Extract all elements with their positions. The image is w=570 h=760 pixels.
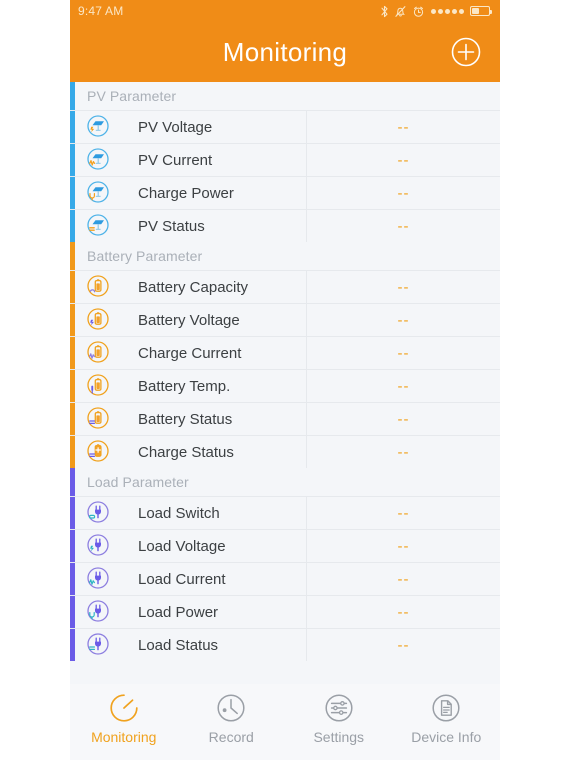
table-row[interactable]: PV Voltage -- bbox=[70, 110, 500, 143]
tab-settings[interactable]: Settings bbox=[285, 691, 393, 745]
table-row[interactable]: Charge Current -- bbox=[70, 336, 500, 369]
load-current-icon bbox=[70, 566, 118, 592]
row-value: -- bbox=[306, 563, 500, 595]
row-label: Load Status bbox=[138, 636, 219, 654]
row-label: PV Current bbox=[138, 151, 213, 169]
battery-charge-current-icon bbox=[70, 340, 118, 366]
bottom-tab-bar: Monitoring Record Settings Device Info bbox=[70, 684, 500, 760]
add-circle-icon bbox=[451, 37, 481, 67]
table-row[interactable]: Load Status -- bbox=[70, 628, 500, 661]
row-value: -- bbox=[306, 210, 500, 242]
row-value: -- bbox=[306, 144, 500, 176]
load-voltage-icon bbox=[70, 533, 118, 559]
add-device-button[interactable] bbox=[450, 36, 482, 68]
section-rows-battery: Battery Capacity -- Battery Voltage -- C… bbox=[70, 270, 500, 468]
tab-device-info[interactable]: Device Info bbox=[393, 691, 501, 745]
section-pv: PV Parameter PV Voltage -- PV Current --… bbox=[70, 82, 500, 242]
tab-label: Settings bbox=[313, 729, 365, 745]
row-label: Battery Status bbox=[138, 410, 233, 428]
row-value: -- bbox=[306, 271, 500, 303]
load-status-icon bbox=[70, 632, 118, 658]
row-label: Charge Status bbox=[138, 443, 234, 461]
status-bar: 9:47 AM bbox=[70, 0, 500, 22]
row-label: PV Voltage bbox=[138, 118, 213, 136]
row-value: -- bbox=[306, 629, 500, 661]
table-row[interactable]: Battery Temp. -- bbox=[70, 369, 500, 402]
row-label: Load Voltage bbox=[138, 537, 226, 555]
row-value: -- bbox=[306, 403, 500, 435]
tab-label: Monitoring bbox=[91, 729, 157, 745]
table-row[interactable]: Charge Power -- bbox=[70, 176, 500, 209]
row-label: Load Power bbox=[138, 603, 219, 621]
clock-icon bbox=[217, 694, 245, 722]
row-value: -- bbox=[306, 337, 500, 369]
row-label: Battery Voltage bbox=[138, 311, 240, 329]
load-switch-icon bbox=[70, 500, 118, 526]
table-row[interactable]: PV Current -- bbox=[70, 143, 500, 176]
row-label: Load Switch bbox=[138, 504, 220, 522]
table-row[interactable]: Battery Voltage -- bbox=[70, 303, 500, 336]
table-row[interactable]: Load Power -- bbox=[70, 595, 500, 628]
document-icon bbox=[432, 694, 460, 722]
section-header-pv: PV Parameter bbox=[70, 82, 500, 110]
parameter-list[interactable]: PV Parameter PV Voltage -- PV Current --… bbox=[70, 82, 500, 684]
page-title: Monitoring bbox=[222, 36, 348, 67]
section-header-battery: Battery Parameter bbox=[70, 242, 500, 270]
tab-label: Device Info bbox=[411, 729, 482, 745]
section-rows-pv: PV Voltage -- PV Current -- Charge Power… bbox=[70, 110, 500, 242]
table-row[interactable]: Charge Status -- bbox=[70, 435, 500, 468]
load-power-icon bbox=[70, 599, 118, 625]
row-label: Charge Power bbox=[138, 184, 234, 202]
table-row[interactable]: PV Status -- bbox=[70, 209, 500, 242]
gauge-icon bbox=[110, 694, 138, 722]
sliders-icon bbox=[325, 694, 353, 722]
row-value: -- bbox=[306, 596, 500, 628]
section-header-label: Battery Parameter bbox=[87, 248, 203, 264]
row-label: Battery Capacity bbox=[138, 278, 249, 296]
tab-monitoring[interactable]: Monitoring bbox=[70, 691, 178, 745]
table-row[interactable]: Load Switch -- bbox=[70, 496, 500, 529]
pv-charge-power-icon bbox=[70, 180, 118, 206]
status-bar-icons bbox=[380, 5, 492, 18]
table-row[interactable]: Battery Status -- bbox=[70, 402, 500, 435]
row-value: -- bbox=[306, 497, 500, 529]
battery-charge-status-icon bbox=[70, 439, 118, 465]
row-label: PV Status bbox=[138, 217, 205, 235]
app-header: Monitoring bbox=[70, 22, 500, 82]
section-load: Load Parameter Load Switch -- Load Volta… bbox=[70, 468, 500, 661]
status-bar-time: 9:47 AM bbox=[78, 4, 124, 18]
section-header-label: PV Parameter bbox=[87, 88, 177, 104]
battery-capacity-icon bbox=[70, 274, 118, 300]
alarm-clock-icon bbox=[413, 6, 424, 17]
pv-current-icon bbox=[70, 147, 118, 173]
row-value: -- bbox=[306, 370, 500, 402]
row-value: -- bbox=[306, 530, 500, 562]
section-header-load: Load Parameter bbox=[70, 468, 500, 496]
battery-temperature-icon bbox=[70, 373, 118, 399]
row-label: Battery Temp. bbox=[138, 377, 231, 395]
battery-status-icon bbox=[70, 406, 118, 432]
table-row[interactable]: Load Voltage -- bbox=[70, 529, 500, 562]
bell-muted-icon bbox=[395, 5, 406, 17]
row-value: -- bbox=[306, 177, 500, 209]
signal-dots-icon bbox=[431, 8, 464, 14]
table-row[interactable]: Battery Capacity -- bbox=[70, 270, 500, 303]
tab-label: Record bbox=[208, 729, 254, 745]
row-value: -- bbox=[306, 111, 500, 143]
row-value: -- bbox=[306, 304, 500, 336]
pv-status-icon bbox=[70, 213, 118, 239]
row-label: Charge Current bbox=[138, 344, 242, 362]
row-label: Load Current bbox=[138, 570, 226, 588]
bluetooth-icon bbox=[381, 5, 388, 17]
tab-record[interactable]: Record bbox=[178, 691, 286, 745]
section-header-label: Load Parameter bbox=[87, 474, 189, 490]
battery-voltage-icon bbox=[70, 307, 118, 333]
battery-icon bbox=[470, 6, 492, 16]
app-screen: 9:47 AM Monitoring PV Parameter PV Volta… bbox=[70, 0, 500, 760]
section-rows-load: Load Switch -- Load Voltage -- Load Curr… bbox=[70, 496, 500, 661]
table-row[interactable]: Load Current -- bbox=[70, 562, 500, 595]
section-battery: Battery Parameter Battery Capacity -- Ba… bbox=[70, 242, 500, 468]
row-value: -- bbox=[306, 436, 500, 468]
pv-voltage-icon bbox=[70, 114, 118, 140]
